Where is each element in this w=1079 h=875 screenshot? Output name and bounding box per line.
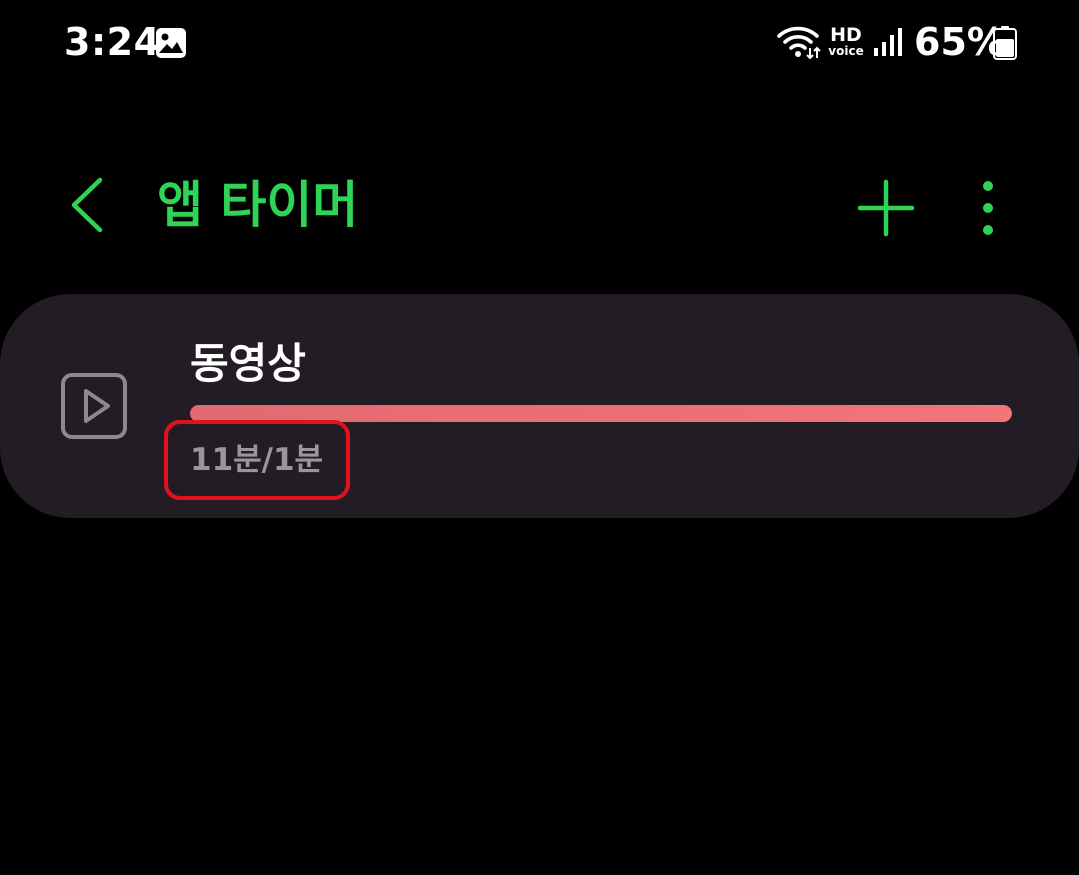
battery-percent: 65% [914,20,1005,64]
hd-voice-indicator: HD voice [828,26,864,60]
voice-label: voice [828,44,864,58]
battery-icon [993,26,1017,60]
more-vert-icon [983,181,993,235]
chevron-left-icon [71,177,103,233]
app-bar: 앱 타이머 [0,150,1079,260]
signal-icon [874,28,902,56]
add-button[interactable] [852,174,920,242]
app-name: 동영상 [190,339,306,388]
usage-time: 11분/1분 [190,442,324,478]
gallery-icon [156,28,186,58]
status-time: 3:24 [64,20,161,64]
more-options-button[interactable] [964,174,1012,242]
plus-icon [857,179,915,237]
usage-progress-fill [190,405,1012,422]
status-bar: 3:24 HD voice 65% [0,0,1079,90]
app-timer-card[interactable]: 동영상 11분/1분 [0,294,1079,518]
hd-label: HD [830,24,862,46]
play-icon [61,373,127,439]
back-button[interactable] [56,172,120,238]
usage-progress-bar [190,405,1012,422]
wifi-icon [777,26,821,60]
page-title: 앱 타이머 [157,176,359,234]
